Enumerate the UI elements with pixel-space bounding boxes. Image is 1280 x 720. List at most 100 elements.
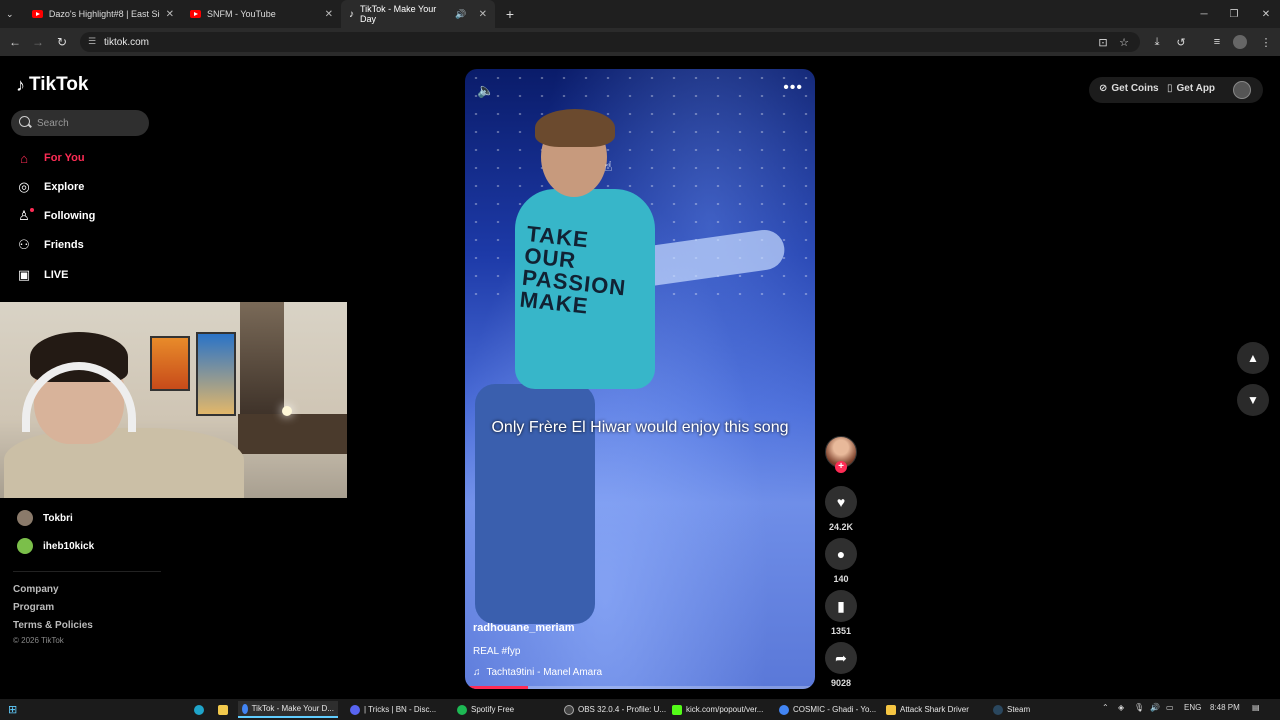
tab-search-button[interactable]: ⌄: [0, 0, 24, 28]
comment-icon: ●: [836, 546, 846, 562]
obs-icon: [564, 704, 574, 715]
tab-dazo[interactable]: Dazo's Highlight#8 | East Side B ✕: [24, 0, 182, 28]
window-close-icon[interactable]: ✕: [1250, 0, 1280, 28]
taskbar-item-tiktok[interactable]: TikTok - Make Your D...: [238, 701, 338, 718]
start-button[interactable]: ⊞: [4, 701, 21, 718]
edge-icon: [194, 704, 204, 715]
close-icon[interactable]: ✕: [325, 9, 333, 20]
taskbar-item-obs[interactable]: OBS 32.0.4 - Profile: U...: [560, 701, 670, 718]
discord-icon: [350, 704, 360, 715]
profile-avatar-icon[interactable]: [1233, 35, 1247, 49]
speaker-icon[interactable]: 🔊: [455, 9, 466, 20]
copyright-text: © 2026 TikTok: [13, 636, 64, 645]
painting: [196, 332, 236, 416]
url-input[interactable]: ☰ tiktok.com: [80, 32, 1140, 52]
sidebar-item-for-you[interactable]: ⌂ For You: [16, 148, 84, 168]
sidebar-item-following[interactable]: ♙ Following: [16, 206, 95, 226]
tab-snfm[interactable]: SNFM - YouTube ✕: [182, 0, 341, 28]
footer-link-terms[interactable]: Terms & Policies: [13, 620, 93, 631]
language-indicator[interactable]: ENG: [1184, 703, 1201, 712]
video-player[interactable]: TAKE OUR PASSION MAKE 🔈 ••• Only Frère E…: [465, 69, 815, 689]
url-text: tiktok.com: [104, 36, 150, 48]
sidebar-item-friends[interactable]: ⚇ Friends: [16, 235, 84, 255]
compass-icon: ◎: [18, 179, 30, 194]
following-account[interactable]: iheb10kick: [17, 537, 94, 555]
spotify-icon: [457, 704, 467, 715]
close-icon[interactable]: ✕: [479, 9, 487, 20]
tray-chevron-up-icon[interactable]: ⌃: [1102, 703, 1109, 712]
edge-button[interactable]: [190, 701, 208, 718]
taskbar-item-kick[interactable]: kick.com/popout/ver...: [668, 701, 767, 718]
new-tab-button[interactable]: +: [495, 0, 525, 28]
download-icon[interactable]: ⤓: [1149, 34, 1165, 50]
music-note-icon: ♫: [473, 667, 481, 678]
history-icon[interactable]: ↺: [1173, 34, 1189, 50]
sidebar-item-label: LIVE: [44, 269, 69, 281]
tiktok-logo-icon: ♪: [16, 74, 25, 95]
share-button[interactable]: ➦: [825, 642, 857, 674]
browser-tab-bar: ⌄ Dazo's Highlight#8 | East Side B ✕ SNF…: [0, 0, 1280, 28]
next-video-button[interactable]: ▼: [1237, 384, 1269, 416]
tray-app-icon[interactable]: ◈: [1118, 703, 1124, 712]
video-music[interactable]: ♫ Tachta9tini - Manel Amara: [473, 667, 602, 678]
following-account[interactable]: Tokbri: [17, 509, 73, 527]
avatar: [17, 510, 33, 526]
network-icon[interactable]: ▭: [1166, 703, 1174, 712]
like-count: 24.2K: [828, 522, 854, 532]
microphone-icon[interactable]: 🎙: [1134, 703, 1144, 712]
footer-link-program[interactable]: Program: [13, 602, 54, 613]
bookmark-icon: ▮: [837, 597, 845, 614]
site-info-icon[interactable]: ☰: [88, 36, 96, 47]
sidebar-item-explore[interactable]: ◎ Explore: [16, 177, 84, 197]
comment-button[interactable]: ●: [825, 538, 857, 570]
notification-dot: [30, 208, 34, 212]
tab-title: SNFM - YouTube: [207, 9, 276, 19]
video-progress-bar[interactable]: [465, 686, 815, 689]
taskbar-item-steam[interactable]: Steam: [989, 701, 1034, 718]
reload-icon[interactable]: ↻: [51, 31, 73, 53]
back-icon[interactable]: ←: [4, 31, 26, 53]
media-control-icon[interactable]: ≡: [1209, 34, 1225, 50]
sidebar-item-live[interactable]: ▣ LIVE: [16, 265, 69, 285]
taskbar-item-cosmic[interactable]: COSMIC - Ghadi - Yo...: [775, 701, 880, 718]
user-avatar[interactable]: [1233, 81, 1251, 99]
dancer-hair: [535, 109, 615, 147]
tiktok-logo[interactable]: ♪ TikTok: [16, 74, 88, 96]
forward-icon[interactable]: →: [27, 31, 49, 53]
like-button[interactable]: ♥: [825, 486, 857, 518]
file-explorer-button[interactable]: [214, 701, 232, 718]
follow-plus-icon[interactable]: +: [835, 461, 847, 473]
wall-panel: [240, 302, 284, 418]
tab-tiktok[interactable]: ♪ TikTok - Make Your Day 🔊 ✕: [341, 0, 495, 28]
get-coins-button[interactable]: ⊘ Get Coins: [1099, 83, 1159, 94]
taskbar-item-attack-shark[interactable]: Attack Shark Driver: [882, 701, 973, 718]
brand-name: TikTok: [29, 74, 89, 95]
footer-link-company[interactable]: Company: [13, 584, 59, 595]
volume-tray-icon[interactable]: 🔊: [1150, 703, 1160, 712]
friends-icon: ⚇: [18, 237, 30, 252]
tab-title: TikTok - Make Your Day: [360, 4, 437, 24]
taskbar-label: Spotify Free: [471, 705, 515, 714]
menu-kebab-icon[interactable]: ⋮: [1258, 34, 1274, 50]
save-count: 1351: [830, 626, 852, 636]
minimize-icon[interactable]: ─: [1188, 0, 1220, 28]
close-icon[interactable]: ✕: [166, 9, 174, 20]
bookmark-star-icon[interactable]: ☆: [1116, 34, 1132, 50]
taskbar-label: TikTok - Make Your D...: [251, 704, 334, 713]
install-app-icon[interactable]: ⊡: [1095, 34, 1111, 50]
previous-video-button[interactable]: ▲: [1237, 342, 1269, 374]
clock[interactable]: 8:48 PM: [1210, 703, 1240, 712]
get-app-label: Get App: [1176, 83, 1216, 94]
chevron-up-icon: ▲: [1247, 351, 1259, 365]
taskbar-label: Attack Shark Driver: [900, 705, 969, 714]
save-button[interactable]: ▮: [825, 590, 857, 622]
taskbar-item-spotify[interactable]: Spotify Free: [453, 701, 518, 718]
more-options-icon[interactable]: •••: [783, 79, 803, 97]
volume-icon[interactable]: 🔈: [477, 82, 494, 99]
taskbar-item-discord[interactable]: | Tricks | BN - Disc...: [346, 701, 440, 718]
restore-icon[interactable]: ❐: [1218, 0, 1250, 28]
get-app-button[interactable]: ▯ Get App: [1167, 83, 1215, 94]
video-author[interactable]: radhouane_meriam: [473, 622, 574, 634]
search-input[interactable]: Search: [11, 110, 149, 136]
notifications-icon[interactable]: ▤: [1252, 703, 1260, 712]
